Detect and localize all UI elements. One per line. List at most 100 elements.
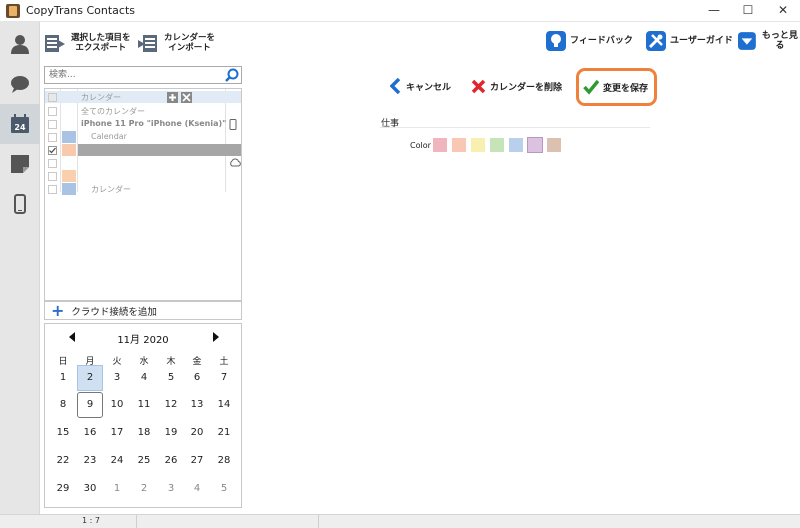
calendar-day[interactable]: 11 (131, 392, 157, 418)
calendar-all-label: 全てのカレンダー (81, 107, 145, 116)
close-button[interactable]: ✕ (766, 0, 800, 22)
calendar-day[interactable]: 23 (77, 448, 103, 474)
import-calendar-button[interactable]: カレンダーを インポート (137, 28, 215, 58)
calendar-day[interactable]: 29 (50, 476, 76, 502)
save-changes-button[interactable]: 変更を保存 (583, 77, 648, 97)
nav-notes[interactable] (0, 144, 40, 184)
color-swatch[interactable] (509, 138, 523, 152)
export-label: 選択した項目を エクスポート (71, 33, 131, 53)
nav-calendar[interactable]: 24 (0, 104, 40, 144)
calendar-day[interactable]: 9 (77, 392, 103, 418)
calendar-day[interactable]: 20 (184, 420, 210, 446)
delete-calendar-button[interactable]: カレンダーを削除 (471, 76, 562, 96)
color-swatch[interactable] (490, 138, 504, 152)
calendar-day[interactable]: 16 (77, 420, 103, 446)
device-icon (14, 194, 26, 214)
calendar-day[interactable]: 14 (211, 392, 237, 418)
checkbox-checked[interactable] (48, 146, 57, 155)
search-icon[interactable] (225, 68, 239, 82)
app-icon (6, 4, 20, 18)
select-all-checkbox[interactable] (48, 93, 57, 102)
phone-icon (229, 119, 237, 130)
calendar-day[interactable]: 30 (77, 476, 103, 502)
calendar-icon: 24 (11, 114, 29, 133)
calendar-day[interactable]: 8 (50, 392, 76, 418)
calendar-day[interactable]: 2 (131, 476, 157, 502)
calendar-day[interactable]: 6 (184, 365, 210, 391)
chevron-down-icon (738, 32, 756, 50)
calendar-day[interactable]: 19 (158, 420, 184, 446)
color-swatch[interactable] (547, 138, 561, 152)
calendar-day[interactable]: 5 (211, 476, 237, 502)
color-swatch[interactable] (527, 137, 543, 153)
calendar-row-all[interactable]: 全てのカレンダー (45, 105, 241, 117)
calendar-day[interactable]: 10 (104, 392, 130, 418)
previous-month-icon[interactable] (69, 332, 75, 342)
feedback-button[interactable]: フィードバック (546, 29, 633, 53)
search-input[interactable] (45, 67, 215, 83)
calendar-row[interactable]: Calendar (45, 131, 241, 143)
calendar-day[interactable]: 22 (50, 448, 76, 474)
lightbulb-icon (546, 31, 566, 51)
cancel-button[interactable]: キャンセル (390, 76, 451, 96)
item-count: 1 : 7 (82, 516, 100, 525)
calendar-day[interactable]: 3 (104, 365, 130, 391)
calendar-day[interactable]: 17 (104, 420, 130, 446)
calendar-row[interactable]: カレンダー (45, 183, 241, 195)
user-guide-label: ユーザーガイド (670, 36, 733, 46)
tools-icon (646, 31, 666, 51)
checkbox[interactable] (48, 159, 57, 168)
mini-calendar-header: 11月 2020 (45, 330, 241, 346)
calendar-row[interactable] (45, 157, 241, 169)
color-swatch[interactable] (452, 138, 466, 152)
calendar-color-swatch (62, 183, 76, 195)
calendar-day[interactable]: 7 (211, 365, 237, 391)
calendar-day[interactable]: 24 (104, 448, 130, 474)
checkbox[interactable] (48, 107, 57, 116)
search-box[interactable] (44, 66, 242, 84)
add-cloud-connection-button[interactable]: + クラウド接続を追加 (44, 301, 242, 320)
add-cloud-label: クラウド接続を追加 (71, 306, 157, 318)
calendar-color-swatch (62, 170, 76, 182)
calendar-day[interactable]: 15 (50, 420, 76, 446)
nav-contacts[interactable] (0, 24, 40, 64)
checkbox[interactable] (48, 185, 57, 194)
color-swatch[interactable] (433, 138, 447, 152)
calendar-day[interactable]: 26 (158, 448, 184, 474)
expand-icon[interactable] (181, 92, 192, 103)
cancel-label: キャンセル (406, 82, 452, 93)
notes-icon (11, 155, 29, 173)
calendar-day[interactable]: 21 (211, 420, 237, 446)
calendar-day[interactable]: 1 (50, 365, 76, 391)
maximize-button[interactable]: ☐ (731, 0, 765, 22)
delete-icon (471, 79, 486, 93)
calendar-day[interactable]: 4 (131, 365, 157, 391)
calendar-day[interactable]: 12 (158, 392, 184, 418)
calendar-day[interactable]: 4 (184, 476, 210, 502)
calendar-day[interactable]: 1 (104, 476, 130, 502)
device-row[interactable]: iPhone 11 Pro "iPhone (Ksenia)" (45, 118, 241, 130)
calendar-day[interactable]: 28 (211, 448, 237, 474)
import-label: カレンダーを インポート (164, 33, 216, 53)
export-selected-button[interactable]: 選択した項目を エクスポート (44, 28, 131, 58)
calendar-row[interactable] (45, 144, 241, 156)
calendar-day[interactable]: 18 (131, 420, 157, 446)
user-guide-button[interactable]: ユーザーガイド (646, 29, 733, 53)
calendar-day[interactable]: 3 (158, 476, 184, 502)
checkbox[interactable] (48, 120, 57, 129)
checkbox[interactable] (48, 172, 57, 181)
nav-messages[interactable] (0, 64, 40, 104)
color-swatch[interactable] (471, 138, 485, 152)
checkbox[interactable] (48, 133, 57, 142)
add-calendar-icon[interactable] (167, 92, 178, 103)
calendar-day[interactable]: 27 (184, 448, 210, 474)
calendar-day[interactable]: 5 (158, 365, 184, 391)
calendar-day[interactable]: 13 (184, 392, 210, 418)
next-month-icon[interactable] (213, 332, 219, 342)
minimize-button[interactable]: — (697, 0, 731, 22)
calendar-day[interactable]: 25 (131, 448, 157, 474)
nav-device[interactable] (0, 184, 40, 224)
more-button[interactable]: もっと見る (738, 29, 800, 53)
calendar-day[interactable]: 2 (77, 365, 103, 391)
calendar-row[interactable] (45, 170, 241, 182)
